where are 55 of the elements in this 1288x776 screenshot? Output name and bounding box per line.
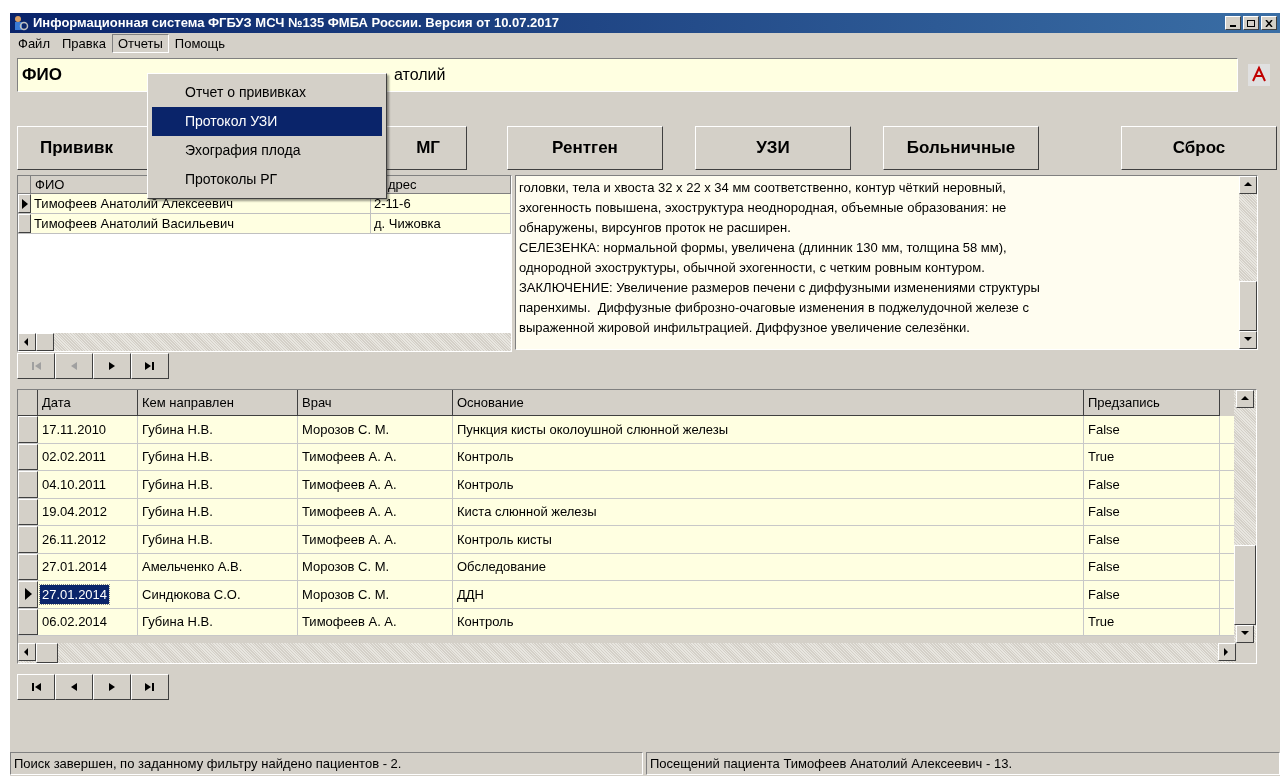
- table-cell-text: Морозов С. М.: [301, 585, 391, 604]
- window-title: Информационная система ФГБУЗ МСЧ №135 ФМБА России. Версия от 10.07.2017: [33, 14, 559, 33]
- report-line: головки, тела и хвоста 32 х 22 х 34 мм соответственно, контур чёткий неровный,: [519, 179, 1007, 197]
- report-line: однородной эхоструктуры, обычной эхогенности, с четким ровным контуром.: [519, 259, 986, 277]
- table-cell-text: Губина Н.В.: [141, 420, 214, 439]
- report-line: обнаружены, вирсунгов проток не расширен.: [519, 219, 792, 237]
- table-cell-text: Контроль: [456, 613, 515, 631]
- table-cell-text: False: [1087, 585, 1121, 604]
- table-cell: д. Чижовка: [371, 214, 511, 233]
- table-cell-text: Губина Н.В.: [141, 503, 214, 521]
- table-cell-text: Тимофеев А. А.: [301, 503, 398, 521]
- table-cell-text: 27.01.2014: [41, 558, 109, 576]
- table-cell-text: 06.02.2014: [41, 613, 109, 631]
- table-cell-text: 26.11.2012: [41, 530, 108, 549]
- table-cell-text: Тимофеев А. А.: [301, 475, 398, 494]
- table-cell-text: Контроль: [456, 448, 515, 466]
- table-cell-text: Губина Н.В.: [141, 530, 214, 549]
- table-cell-text: Губина Н.В.: [141, 613, 214, 631]
- table-cell-text: Киста слюнной железы: [456, 503, 598, 521]
- table-cell-text: Контроль: [456, 475, 515, 494]
- table-cell-text: Обследование: [456, 558, 547, 576]
- table-cell-text: 19.04.2012: [41, 503, 109, 521]
- table-cell-text: Пункция кисты околоушной слюнной железы: [456, 420, 730, 439]
- table-cell-text: True: [1087, 613, 1116, 631]
- table-cell-text: ДДН: [456, 585, 485, 604]
- table-cell-text: False: [1087, 503, 1121, 521]
- table-cell-text: Тимофеев А. А.: [301, 613, 398, 631]
- table-cell: 27.01.2014: [40, 584, 110, 604]
- status-panel: Поиск завершен, по заданному фильтру найдено пациентов - 2.: [10, 752, 643, 775]
- table-cell-text: False: [1087, 475, 1121, 494]
- report-line: СЕЛЕЗЕНКА: нормальной формы, увеличена (длинник 130 мм, толщина 58 мм),: [519, 239, 1008, 257]
- field-label: ФИО: [21, 64, 63, 87]
- report-line: ЗАКЛЮЧЕНИЕ: Увеличение размеров печени с диффузными изменениями структуры: [519, 279, 1041, 297]
- table-cell-text: 04.10.2011: [41, 475, 108, 494]
- table-cell-text: False: [1087, 558, 1121, 576]
- report-line: эхогенность повышена, эхоструктура неоднородная, объемные образования: не: [519, 199, 1008, 217]
- table-cell-text: Синдюкова С.О.: [141, 585, 242, 604]
- table-cell-text: Губина Н.В.: [141, 475, 214, 494]
- table-cell-text: 02.02.2011: [41, 448, 108, 466]
- table-cell-text: 17.11.2010: [41, 420, 108, 439]
- table-cell-text: Морозов С. М.: [301, 420, 391, 439]
- table-cell-text: Тимофеев А. А.: [301, 448, 398, 466]
- field-value: атолий: [394, 65, 446, 85]
- table-cell-text: False: [1087, 530, 1121, 549]
- table-cell-text: Морозов С. М.: [301, 558, 391, 576]
- table-cell-text: True: [1087, 448, 1116, 466]
- report-line: выраженной жировой инфильтрацией. Диффузное увеличение селезёнки.: [519, 319, 971, 337]
- table-cell-text: Губина Н.В.: [141, 448, 214, 466]
- table-cell-text: False: [1087, 420, 1121, 439]
- report-line: паренхимы. Диффузные фиброзно-очаговые изменения в поджелудочной железе с: [519, 299, 1030, 317]
- table-cell: Тимофеев Анатолий Васильевич: [31, 214, 371, 233]
- table-cell-text: Контроль кисты: [456, 530, 553, 549]
- table-cell-text: Амельченко А.В.: [141, 558, 244, 576]
- status-panel: Посещений пациента Тимофеев Анатолий Алексеевич - 13.: [646, 752, 1280, 775]
- table-cell-text: Тимофеев А. А.: [301, 530, 398, 549]
